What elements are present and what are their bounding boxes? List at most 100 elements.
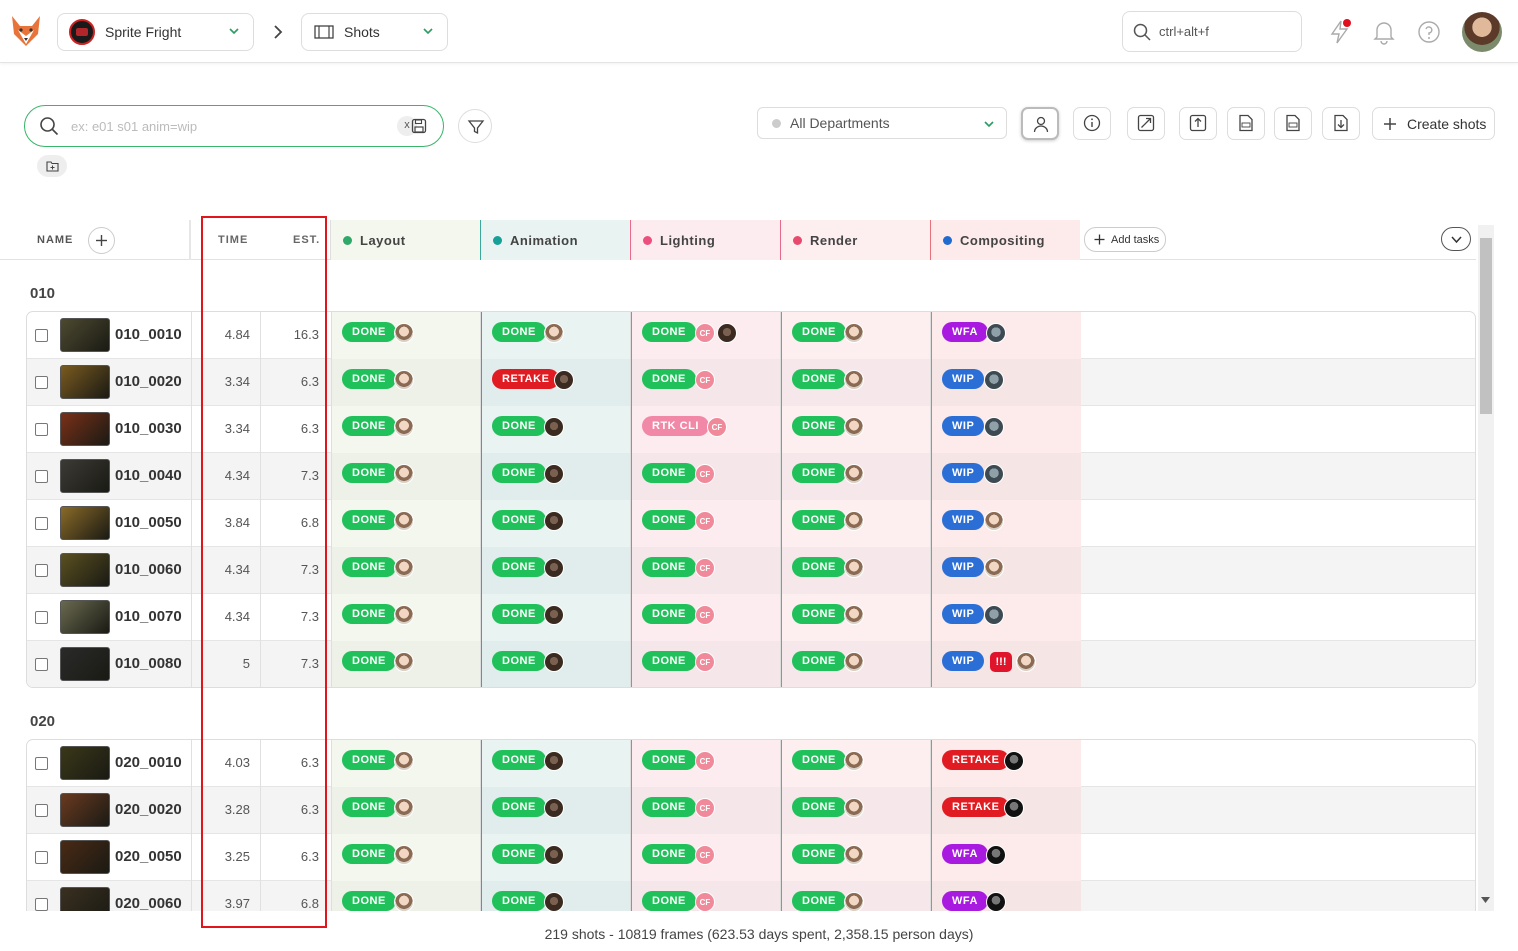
status-badge[interactable]: DONE xyxy=(492,750,546,770)
task-column-header-lighting[interactable]: Lighting xyxy=(630,220,780,260)
task-column-header-layout[interactable]: Layout xyxy=(330,220,480,260)
shot-thumbnail[interactable] xyxy=(60,365,110,399)
edl-import-button[interactable] xyxy=(1227,107,1265,140)
export-button[interactable] xyxy=(1322,107,1360,140)
production-selector[interactable]: Sprite Fright xyxy=(57,13,254,51)
task-status-cell[interactable]: DONE xyxy=(331,359,481,406)
task-status-cell[interactable]: DONE CF xyxy=(631,359,781,406)
task-status-cell[interactable]: DONE xyxy=(781,547,931,594)
shot-name[interactable]: 010_0070 xyxy=(115,608,182,625)
add-metadata-column-button[interactable] xyxy=(88,227,115,254)
row-checkbox[interactable] xyxy=(35,611,48,624)
shot-thumbnail[interactable] xyxy=(60,506,110,540)
shot-thumbnail[interactable] xyxy=(60,647,110,681)
shot-thumbnail[interactable] xyxy=(60,840,110,874)
task-status-cell[interactable]: WFA xyxy=(931,312,1081,359)
task-status-cell[interactable]: WIP xyxy=(931,406,1081,453)
status-badge[interactable]: DONE xyxy=(792,891,846,911)
shot-name[interactable]: 010_0010 xyxy=(115,326,182,343)
task-status-cell[interactable]: DONE xyxy=(481,740,631,787)
status-badge[interactable]: DONE xyxy=(492,322,546,342)
task-status-cell[interactable]: DONE xyxy=(331,406,481,453)
status-badge[interactable]: WFA xyxy=(942,891,988,911)
section-selector[interactable]: Shots xyxy=(301,13,448,51)
status-badge[interactable]: DONE xyxy=(792,369,846,389)
task-status-cell[interactable]: DONE CF xyxy=(631,312,781,359)
status-badge[interactable]: DONE xyxy=(342,651,396,671)
status-badge[interactable]: DONE xyxy=(792,510,846,530)
task-status-cell[interactable]: DONE xyxy=(331,834,481,881)
task-status-cell[interactable]: DONE xyxy=(331,641,481,687)
user-avatar[interactable] xyxy=(1462,12,1502,52)
task-status-cell[interactable]: DONE xyxy=(481,406,631,453)
shot-name[interactable]: 010_0080 xyxy=(115,655,182,672)
scroll-down-arrow-icon[interactable] xyxy=(1481,897,1490,904)
task-status-cell[interactable]: DONE xyxy=(781,500,931,547)
shot-thumbnail[interactable] xyxy=(60,600,110,634)
assignees-toggle-button[interactable] xyxy=(1021,107,1059,140)
task-status-cell[interactable]: DONE xyxy=(781,312,931,359)
status-badge[interactable]: DONE xyxy=(792,604,846,624)
status-badge[interactable]: DONE xyxy=(792,844,846,864)
task-status-cell[interactable]: DONE xyxy=(781,406,931,453)
status-badge[interactable]: RETAKE xyxy=(942,750,1010,770)
create-shots-button[interactable]: Create shots xyxy=(1372,107,1495,140)
task-status-cell[interactable]: DONE xyxy=(481,453,631,500)
shot-name[interactable]: 010_0030 xyxy=(115,420,182,437)
global-search-input[interactable]: ctrl+alt+f xyxy=(1122,11,1302,52)
status-badge[interactable]: DONE xyxy=(342,322,396,342)
task-status-cell[interactable]: WIP xyxy=(931,359,1081,406)
shot-thumbnail[interactable] xyxy=(60,793,110,827)
task-status-cell[interactable]: DONE xyxy=(331,740,481,787)
row-checkbox[interactable] xyxy=(35,898,48,911)
status-badge[interactable]: DONE xyxy=(492,416,546,436)
shot-search-input[interactable]: ex: e01 s01 anim=wip x xyxy=(24,105,444,147)
task-status-cell[interactable]: DONE xyxy=(781,359,931,406)
name-column-header[interactable]: NAME xyxy=(37,234,73,246)
status-badge[interactable]: DONE xyxy=(792,416,846,436)
scrollbar-thumb[interactable] xyxy=(1480,238,1492,414)
status-badge[interactable]: DONE xyxy=(342,416,396,436)
status-badge[interactable]: DONE xyxy=(642,797,696,817)
status-badge[interactable]: WIP xyxy=(942,557,985,577)
task-status-cell[interactable]: DONE xyxy=(481,312,631,359)
status-badge[interactable]: DONE xyxy=(792,322,846,342)
row-checkbox[interactable] xyxy=(35,329,48,342)
row-checkbox[interactable] xyxy=(35,658,48,671)
row-checkbox[interactable] xyxy=(35,376,48,389)
collapse-columns-button[interactable] xyxy=(1441,227,1471,251)
status-badge[interactable]: WIP xyxy=(942,651,985,671)
status-badge[interactable]: DONE xyxy=(342,797,396,817)
status-badge[interactable]: DONE xyxy=(342,750,396,770)
status-badge[interactable]: DONE xyxy=(792,651,846,671)
task-status-cell[interactable]: DONE xyxy=(481,881,631,911)
status-badge[interactable]: DONE xyxy=(792,797,846,817)
task-status-cell[interactable]: DONE xyxy=(781,641,931,687)
task-status-cell[interactable]: DONE xyxy=(481,834,631,881)
task-status-cell[interactable]: DONE CF xyxy=(631,641,781,687)
task-status-cell[interactable]: DONE xyxy=(331,453,481,500)
expand-button[interactable] xyxy=(1127,107,1165,140)
status-badge[interactable]: DONE xyxy=(342,557,396,577)
shot-name[interactable]: 010_0020 xyxy=(115,373,182,390)
status-badge[interactable]: DONE xyxy=(642,557,696,577)
status-badge[interactable]: DONE xyxy=(342,604,396,624)
shot-thumbnail[interactable] xyxy=(60,746,110,780)
task-column-header-animation[interactable]: Animation xyxy=(480,220,630,260)
task-status-cell[interactable]: DONE xyxy=(781,453,931,500)
department-selector[interactable]: All Departments xyxy=(757,107,1007,139)
task-status-cell[interactable]: DONE xyxy=(781,740,931,787)
row-checkbox[interactable] xyxy=(35,564,48,577)
shot-name[interactable]: 010_0040 xyxy=(115,467,182,484)
task-status-cell[interactable]: DONE CF xyxy=(631,740,781,787)
bell-icon[interactable] xyxy=(1371,19,1397,45)
status-badge[interactable]: DONE xyxy=(642,651,696,671)
status-badge[interactable]: WIP xyxy=(942,416,985,436)
row-checkbox[interactable] xyxy=(35,757,48,770)
status-badge[interactable]: DONE xyxy=(342,463,396,483)
shot-name[interactable]: 020_0050 xyxy=(115,848,182,865)
status-badge[interactable]: DONE xyxy=(492,797,546,817)
status-badge[interactable]: DONE xyxy=(342,510,396,530)
status-badge[interactable]: WIP xyxy=(942,604,985,624)
task-status-cell[interactable]: DONE xyxy=(331,547,481,594)
